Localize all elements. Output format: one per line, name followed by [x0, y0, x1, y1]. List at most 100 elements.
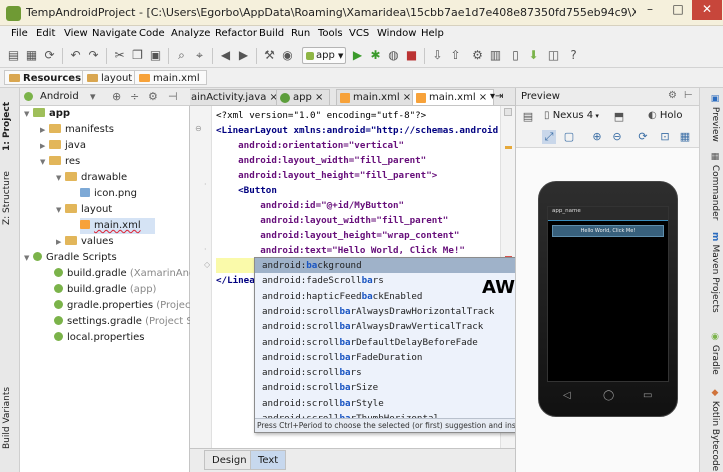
hide-panel-icon[interactable]: ⊣ [168, 90, 178, 103]
tree-item-build-gradle-project[interactable]: build.gradle (XamarinAndro [54, 266, 205, 282]
close-icon[interactable]: × [315, 92, 323, 103]
expand-arrow-icon[interactable]: ▼ [56, 170, 65, 186]
tool-tab-commander[interactable]: ▦ Commander [704, 152, 720, 222]
fold-icon[interactable]: ⊖ [195, 124, 202, 133]
configuration-icon[interactable]: ▤ [521, 110, 535, 124]
tree-item-app[interactable]: ▼ app [24, 106, 70, 122]
expand-arrow-icon[interactable]: ▼ [24, 106, 33, 122]
forward-icon[interactable]: ▶ [236, 48, 251, 63]
actual-size-icon[interactable]: ▢ [562, 130, 576, 144]
tab-main-xml-active[interactable]: main.xml × [412, 89, 495, 105]
sdk-manager-icon[interactable]: ⬇ [526, 48, 541, 63]
tool-tab-maven-projects[interactable]: m Maven Projects [704, 232, 720, 322]
help-icon[interactable]: ? [566, 48, 581, 63]
sync-icon[interactable]: ⟳ [42, 48, 57, 63]
expand-arrow-icon[interactable]: ▼ [24, 250, 33, 266]
gear-icon[interactable]: ⚙ [668, 90, 677, 101]
open-folder-icon[interactable]: ▤ [6, 48, 21, 63]
fold-icon[interactable]: ◇ [204, 260, 210, 269]
menu-code[interactable]: Code [139, 28, 165, 39]
maximize-button[interactable]: □ [664, 0, 692, 20]
expand-arrow-icon[interactable]: ▼ [56, 202, 65, 218]
android-monitor-icon[interactable]: ◫ [546, 48, 561, 63]
tab-app[interactable]: app × [276, 89, 331, 105]
tree-item-settings-gradle[interactable]: settings.gradle (Project Sett [54, 314, 207, 330]
hide-panel-icon[interactable]: ⊢ [684, 90, 693, 101]
tool-tab-gradle[interactable]: ◉ Gradle [704, 332, 720, 382]
menu-analyze[interactable]: Analyze [171, 28, 210, 39]
tab-design[interactable]: Design [204, 450, 255, 470]
redo-icon[interactable]: ↷ [86, 48, 101, 63]
tree-item-gradle-scripts[interactable]: ▼ Gradle Scripts [24, 250, 117, 266]
breadcrumb-layout[interactable]: layout [82, 70, 140, 85]
back-icon[interactable]: ◀ [218, 48, 233, 63]
tree-item-main-xml[interactable]: main.xml [80, 218, 155, 234]
tree-item-drawable[interactable]: ▼ drawable [56, 170, 127, 186]
tree-item-local-properties[interactable]: local.properties [54, 330, 145, 346]
expand-arrow-icon[interactable]: ▼ [40, 154, 49, 170]
tree-item-java[interactable]: ▶ java [40, 138, 86, 154]
tree-item-res[interactable]: ▼ res [40, 154, 80, 170]
cut-icon[interactable]: ✂ [112, 48, 127, 63]
project-view-select[interactable]: Android [40, 91, 79, 102]
expand-arrow-icon[interactable]: ▶ [40, 122, 49, 138]
tool-tab-structure[interactable]: Z: Structure [2, 163, 18, 233]
replace-icon[interactable]: ⌖ [192, 48, 207, 63]
tool-tab-kotlin-bytecode[interactable]: ◆ Kotlin Bytecode [704, 388, 720, 472]
tree-item-values[interactable]: ▶ values [56, 234, 114, 250]
run-icon[interactable]: ▶ [350, 48, 365, 63]
menu-view[interactable]: View [64, 28, 88, 39]
tool-tab-build-variants[interactable]: Build Variants [2, 378, 18, 458]
device-select[interactable]: ▯ Nexus 4 ▾ [544, 110, 599, 121]
fold-icon[interactable]: · [204, 245, 207, 254]
close-button[interactable]: ✕ [692, 0, 722, 20]
tab-text[interactable]: Text [250, 450, 287, 470]
run-configuration-select[interactable]: app ▼ [302, 47, 346, 64]
sync-scroll-icon[interactable]: ⊕ [112, 90, 121, 103]
tab-main-activity-java[interactable]: ainActivity.java × [190, 89, 285, 105]
tree-item-manifests[interactable]: ▶ manifests [40, 122, 114, 138]
vcs-commit-icon[interactable]: ⇧ [448, 48, 463, 63]
save-all-icon[interactable]: ▦ [24, 48, 39, 63]
menu-tools[interactable]: Tools [318, 28, 343, 39]
zoom-out-icon[interactable]: ⊖ [610, 130, 624, 144]
menu-build[interactable]: Build [259, 28, 284, 39]
chevron-down-icon[interactable]: ▾ [90, 90, 96, 103]
tree-item-icon-png[interactable]: icon.png [80, 186, 137, 202]
menu-vcs[interactable]: VCS [349, 28, 369, 39]
menu-help[interactable]: Help [421, 28, 444, 39]
fold-icon[interactable]: · [204, 180, 207, 189]
vcs-update-icon[interactable]: ⇩ [430, 48, 445, 63]
menu-window[interactable]: Window [377, 28, 416, 39]
layout-options-icon[interactable]: ▦ [678, 130, 692, 144]
tree-item-build-gradle-app[interactable]: build.gradle (app) [54, 282, 156, 298]
zoom-fit-icon[interactable]: ⤢ [542, 130, 556, 144]
zoom-in-icon[interactable]: ⊕ [590, 130, 604, 144]
menu-file[interactable]: File [11, 28, 28, 39]
tool-tab-project[interactable]: 1: Project [2, 96, 18, 156]
gear-icon[interactable]: ⚙ [148, 90, 158, 103]
stop-icon[interactable]: ■ [404, 48, 419, 63]
find-icon[interactable]: ⌕ [174, 48, 189, 63]
undo-icon[interactable]: ↶ [68, 48, 83, 63]
project-structure-icon[interactable]: ▥ [488, 48, 503, 63]
copy-icon[interactable]: ❐ [130, 48, 145, 63]
breadcrumb-main-xml[interactable]: main.xml [134, 70, 207, 85]
warning-marker[interactable] [505, 146, 512, 149]
tool-tab-preview[interactable]: ▣ Preview [704, 94, 720, 144]
make-project-icon[interactable]: ⚒ [262, 48, 277, 63]
menu-navigate[interactable]: Navigate [92, 28, 137, 39]
preview-button[interactable]: Hello World, Click Me! [552, 225, 664, 237]
breadcrumb-resources[interactable]: Resources [4, 70, 89, 85]
settings-icon[interactable]: ⚙ [470, 48, 485, 63]
expand-arrow-icon[interactable]: ▶ [56, 234, 65, 250]
tree-item-layout[interactable]: ▼ layout [56, 202, 112, 218]
avd-manager-icon[interactable]: ▯ [508, 48, 523, 63]
tree-item-gradle-properties[interactable]: gradle.properties (Project Pr [54, 298, 208, 314]
debug-icon[interactable]: ✱ [368, 48, 383, 63]
capture-icon[interactable]: ⊡ [658, 130, 672, 144]
theme-select[interactable]: ◐ Holo [648, 110, 682, 121]
refresh-icon[interactable]: ⟳ [636, 130, 650, 144]
menu-refactor[interactable]: Refactor [215, 28, 257, 39]
collapse-all-icon[interactable]: ÷ [130, 90, 139, 103]
